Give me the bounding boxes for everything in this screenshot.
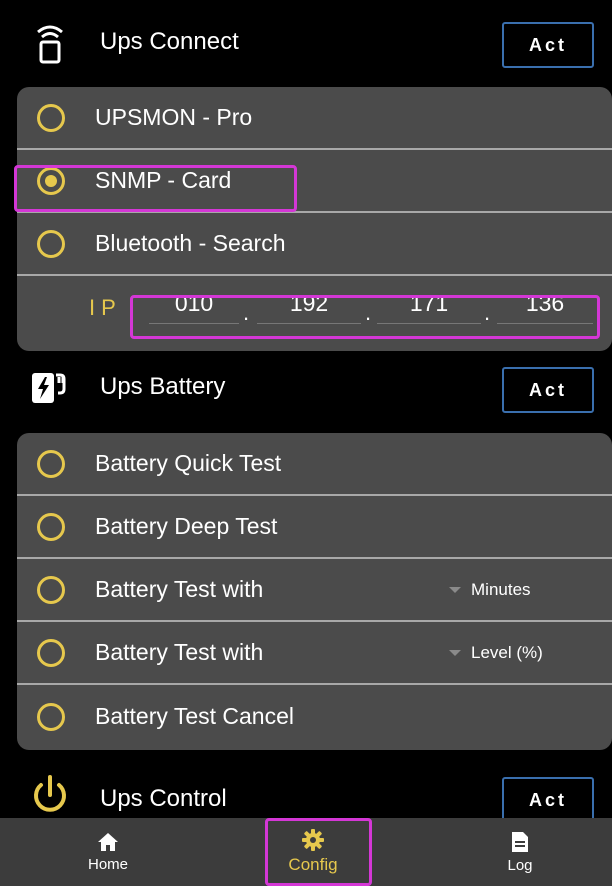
ip-label: IP — [89, 295, 122, 320]
radio-battery-test-cancel[interactable] — [37, 702, 65, 731]
battery-charge-icon — [32, 373, 66, 403]
ups-battery-header: Ups Battery Act — [0, 345, 612, 425]
ups-battery-title: Ups Battery — [100, 373, 226, 400]
document-icon — [512, 831, 528, 852]
option-bluetooth-search[interactable]: Bluetooth - Search — [17, 213, 612, 276]
radio-upsmon-pro[interactable] — [37, 103, 65, 132]
power-icon — [34, 775, 66, 812]
minutes-dropdown-label: Minutes — [471, 579, 531, 599]
nav-log-label: Log — [507, 856, 533, 874]
nav-home[interactable]: Home — [48, 818, 168, 886]
option-label: Battery Quick Test — [95, 450, 282, 476]
option-label: Battery Deep Test — [95, 513, 278, 539]
option-label: Battery Test Cancel — [95, 703, 295, 729]
radio-bluetooth-search[interactable] — [37, 229, 65, 258]
ups-connect-act-button[interactable]: Act — [502, 22, 594, 68]
level-dropdown[interactable]: Level (%) — [449, 643, 543, 663]
caret-down-icon — [449, 586, 461, 593]
ip-address-highlight — [130, 295, 600, 339]
option-label: Bluetooth - Search — [95, 230, 286, 256]
option-battery-test-cancel[interactable]: Battery Test Cancel — [17, 685, 612, 748]
ups-connect-header: Ups Connect Act — [0, 0, 612, 80]
ups-control-header: Ups Control Act — [0, 755, 612, 818]
ups-battery-panel: Battery Quick Test Battery Deep Test Bat… — [17, 433, 612, 750]
minutes-dropdown[interactable]: Minutes — [449, 580, 531, 600]
ups-battery-act-button[interactable]: Act — [502, 367, 594, 413]
ups-control-title: Ups Control — [100, 785, 227, 812]
option-upsmon-pro[interactable]: UPSMON - Pro — [17, 87, 612, 150]
home-icon — [98, 832, 118, 851]
option-label: UPSMON - Pro — [95, 104, 253, 130]
radio-battery-deep-test[interactable] — [37, 512, 65, 541]
nav-log[interactable]: Log — [460, 818, 580, 886]
option-battery-test-level[interactable]: Battery Test with Level (%) — [17, 622, 612, 685]
option-label: Battery Test with — [95, 639, 264, 665]
radio-battery-test-level[interactable] — [37, 638, 65, 667]
option-battery-test-minutes[interactable]: Battery Test with Minutes — [17, 559, 612, 622]
option-battery-deep-test[interactable]: Battery Deep Test — [17, 496, 612, 559]
level-dropdown-label: Level (%) — [471, 642, 543, 662]
ups-connect-title: Ups Connect — [100, 28, 239, 55]
option-battery-quick-test[interactable]: Battery Quick Test — [17, 433, 612, 496]
caret-down-icon — [449, 649, 461, 656]
ups-control-act-button[interactable]: Act — [502, 777, 594, 818]
config-tab-highlight — [265, 818, 372, 886]
radio-battery-quick-test[interactable] — [37, 449, 65, 478]
option-label: Battery Test with — [95, 576, 264, 602]
radio-battery-test-minutes[interactable] — [37, 575, 65, 604]
wireless-device-icon — [37, 25, 63, 64]
nav-home-label: Home — [87, 855, 128, 873]
snmp-card-highlight — [14, 165, 297, 212]
